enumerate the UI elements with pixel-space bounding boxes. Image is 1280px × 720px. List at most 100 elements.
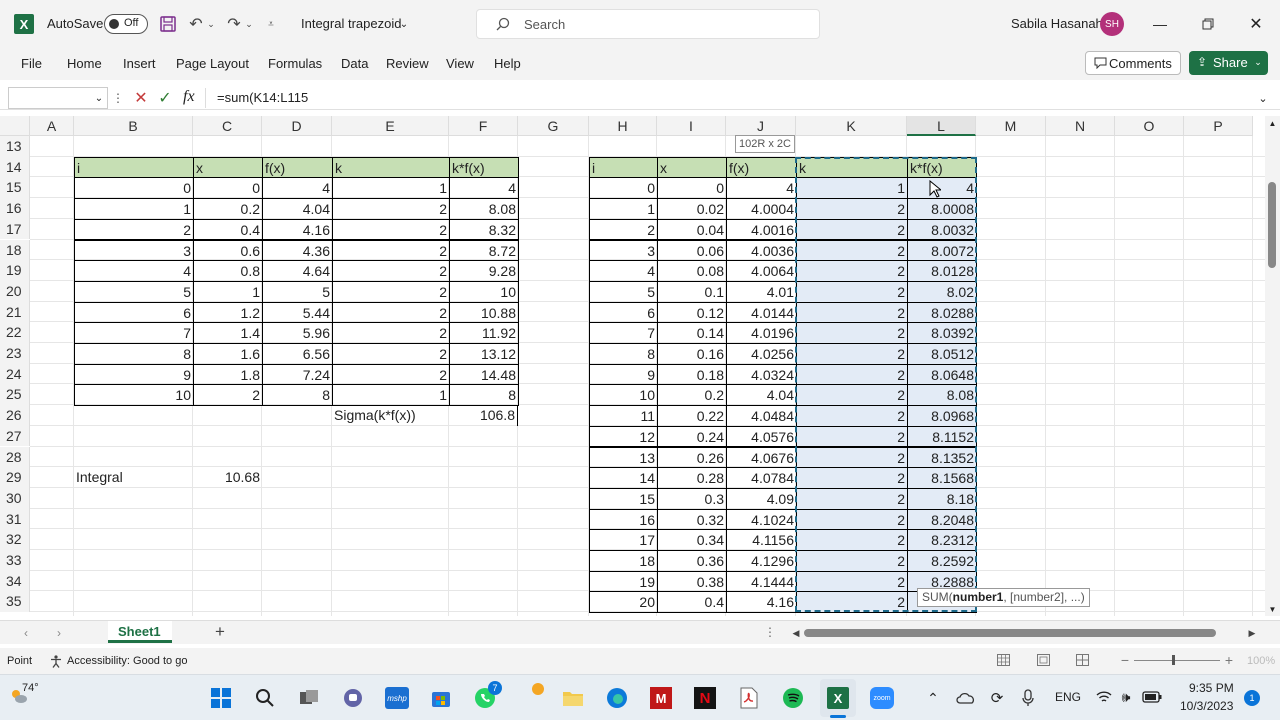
left_table-cell[interactable]: 2 <box>332 239 450 262</box>
column-header[interactable]: H <box>589 116 657 136</box>
row-header[interactable]: 34 <box>0 570 30 592</box>
row-header[interactable]: 21 <box>0 301 30 323</box>
left_table-cell[interactable]: 13.12 <box>449 343 519 365</box>
excel-taskbar-icon[interactable]: X <box>827 687 849 709</box>
tab-home[interactable]: Home <box>67 56 102 71</box>
right_table-cell[interactable]: 4.1156 <box>726 529 797 551</box>
teams-chat-icon[interactable] <box>342 687 364 709</box>
right_table-cell[interactable]: 4.1444 <box>726 570 797 593</box>
left_table-cell[interactable]: 10.88 <box>449 301 519 324</box>
select-all-corner[interactable] <box>0 116 30 136</box>
accessibility-status[interactable]: Accessibility: Good to go <box>67 655 187 667</box>
zoom-level[interactable]: 100% <box>1247 655 1275 667</box>
left_table-cell[interactable]: 1.6 <box>193 343 263 365</box>
horizontal-scroll-thumb[interactable] <box>804 629 1216 637</box>
column-header[interactable]: A <box>30 116 74 136</box>
column-header[interactable]: B <box>74 116 193 136</box>
volume-icon[interactable]: 🕪 <box>1118 689 1134 705</box>
accessibility-icon[interactable] <box>48 653 64 669</box>
prev-sheet-icon[interactable]: ‹ <box>20 625 32 641</box>
left_table-cell[interactable]: 3 <box>74 239 194 262</box>
left_table-cell[interactable]: 5.96 <box>262 322 333 344</box>
right_table-cell[interactable]: 0.28 <box>657 467 727 489</box>
right_table-cell[interactable]: 0.04 <box>657 218 727 241</box>
left_table-cell[interactable]: 8.08 <box>449 198 519 220</box>
column-header[interactable]: G <box>518 116 589 136</box>
row-header[interactable]: 17 <box>0 218 30 240</box>
row-header[interactable]: 26 <box>0 405 30 426</box>
left_table-header-cell[interactable]: f(x) <box>262 156 333 179</box>
left_table-cell[interactable]: 0.2 <box>193 198 263 220</box>
scroll-left-icon[interactable]: ◀ <box>790 626 802 640</box>
column-header[interactable]: N <box>1046 116 1115 136</box>
left_table-cell[interactable]: 9 <box>74 363 194 386</box>
right_table-cell[interactable]: 0.12 <box>657 301 727 324</box>
left_table-cell[interactable]: 5 <box>262 280 333 303</box>
right_table-cell[interactable]: 2 <box>589 218 658 241</box>
left_table-header-cell[interactable]: x <box>193 156 263 179</box>
wifi-icon[interactable] <box>1096 689 1112 705</box>
column-header[interactable]: J <box>726 116 796 136</box>
undo-dropdown-icon[interactable]: ⌄ <box>206 14 216 34</box>
left_table-header-cell[interactable]: i <box>74 156 194 179</box>
row-header[interactable]: 16 <box>0 198 30 219</box>
page-layout-view-icon[interactable] <box>1036 653 1050 667</box>
left_table-cell[interactable]: 4.36 <box>262 239 333 262</box>
left_table-cell[interactable]: 6.56 <box>262 343 333 365</box>
right_table-cell[interactable]: 16 <box>589 508 658 531</box>
left_table-cell[interactable]: 8 <box>449 384 519 407</box>
right_table-cell[interactable]: 0.08 <box>657 260 727 282</box>
language-indicator[interactable]: ENG <box>1055 690 1081 704</box>
restore-icon[interactable] <box>1198 14 1218 34</box>
user-name[interactable]: Sabila Hasanah <box>1011 16 1103 31</box>
row-header[interactable]: 19 <box>0 260 30 281</box>
right_table-cell[interactable]: 18 <box>589 550 658 572</box>
comments-button[interactable]: Comments <box>1085 51 1181 75</box>
right_table-cell[interactable]: 9 <box>589 363 658 386</box>
save-icon[interactable] <box>158 14 178 34</box>
column-header[interactable]: K <box>796 116 907 136</box>
right_table-cell[interactable]: 14 <box>589 467 658 489</box>
right_table-cell[interactable]: 4.0324 <box>726 363 797 386</box>
column-header[interactable]: P <box>1184 116 1253 136</box>
left_table-cell[interactable]: 4 <box>74 260 194 282</box>
row-header[interactable]: 30 <box>0 487 30 509</box>
next-sheet-icon[interactable]: › <box>53 625 65 641</box>
right_table-cell[interactable]: 0.1 <box>657 280 727 303</box>
redo-dropdown-icon[interactable]: ⌄ <box>244 14 254 34</box>
spreadsheet-grid[interactable]: A B C D E F G H I J K L M N O P 13 14 15 16 17 18 19 20 21 22 23 24… <box>0 116 1265 616</box>
left_table-cell[interactable]: 8 <box>262 384 333 407</box>
cancel-formula-icon[interactable]: ✕ <box>132 88 150 108</box>
horizontal-scroll-track[interactable] <box>804 629 1238 637</box>
left_table-cell[interactable]: 1.2 <box>193 301 263 324</box>
zoom-app-icon[interactable]: zoom <box>870 687 894 709</box>
page-break-view-icon[interactable] <box>1075 653 1089 667</box>
right_table-cell[interactable]: 0.18 <box>657 363 727 386</box>
row-header[interactable]: 31 <box>0 508 30 530</box>
row-header[interactable]: 33 <box>0 550 30 571</box>
right_table-cell[interactable]: 4.01 <box>726 280 797 303</box>
integral-value[interactable]: 10.68 <box>193 467 262 488</box>
title-chevron-down-icon[interactable]: ⌄ <box>398 14 410 34</box>
row-header[interactable]: 15 <box>0 177 30 199</box>
left_table-cell[interactable]: 0.6 <box>193 239 263 262</box>
scroll-right-icon[interactable]: ▶ <box>1246 626 1258 640</box>
right_table-cell[interactable]: 11 <box>589 405 658 427</box>
left_table-cell[interactable]: 2 <box>74 218 194 241</box>
right_table-cell[interactable]: 4 <box>726 177 797 200</box>
right_table-cell[interactable]: 4.0676 <box>726 446 797 469</box>
left_table-cell[interactable]: 0 <box>193 177 263 200</box>
right_table-cell[interactable]: 0.06 <box>657 239 727 262</box>
row-header[interactable]: 27 <box>0 425 30 447</box>
row-header[interactable]: 18 <box>0 239 30 261</box>
edge-icon[interactable] <box>606 687 628 709</box>
right_table-cell[interactable]: 4.04 <box>726 384 797 407</box>
column-header[interactable]: E <box>332 116 449 136</box>
left_table-cell[interactable]: 4.64 <box>262 260 333 282</box>
left_table-cell[interactable]: 1.4 <box>193 322 263 344</box>
left_table-cell[interactable]: 8.32 <box>449 218 519 241</box>
enter-formula-icon[interactable]: ✓ <box>156 88 174 108</box>
row-header[interactable]: 24 <box>0 363 30 385</box>
left_table-cell[interactable]: 8.72 <box>449 239 519 262</box>
right_table-cell[interactable]: 7 <box>589 322 658 344</box>
